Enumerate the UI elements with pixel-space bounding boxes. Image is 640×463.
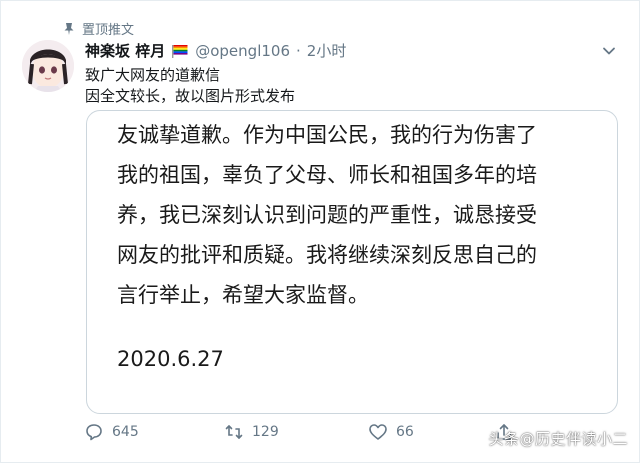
reply-count: 645 — [112, 424, 139, 440]
reply-button[interactable]: 645 — [84, 422, 139, 442]
author-name[interactable]: 神楽坂 梓月 — [85, 40, 165, 61]
chevron-down-icon[interactable] — [602, 44, 616, 58]
image-text-line: 养，我已深刻认识到问题的严重性，诚恳接受 — [117, 203, 537, 227]
retweet-count: 129 — [252, 424, 279, 440]
image-text-line: 言行举止，希望大家监督。 — [117, 283, 369, 307]
retweet-button[interactable]: 129 — [224, 422, 279, 442]
image-date: 2020.6.27 — [117, 347, 224, 371]
rainbow-flag-icon — [172, 44, 188, 58]
pin-icon — [64, 22, 74, 35]
pinned-label: 置顶推文 — [82, 23, 135, 38]
attached-image-card[interactable]: 友诚挚道歉。作为中国公民，我的行为伤害了 我的祖国，辜负了父母、师长和祖国多年的… — [86, 110, 618, 414]
like-button[interactable]: 66 — [368, 422, 414, 442]
tweet-text-line-1: 致广大网友的道歉信 — [85, 66, 221, 84]
image-text-line: 友诚挚道歉。作为中国公民，我的行为伤害了 — [117, 123, 537, 147]
reply-icon — [86, 424, 102, 441]
avatar[interactable] — [22, 40, 74, 92]
header-separator: · — [296, 41, 301, 60]
avatar-illustration-icon — [22, 40, 74, 92]
image-text-line: 我的祖国，辜负了父母、师长和祖国多年的培 — [117, 163, 537, 187]
author-handle[interactable]: @opengl106 — [195, 42, 290, 60]
image-text-block: 友诚挚道歉。作为中国公民，我的行为伤害了 我的祖国，辜负了父母、师长和祖国多年的… — [117, 115, 597, 315]
like-count: 66 — [396, 424, 414, 440]
tweet-text-line-2: 因全文较长，故以图片形式发布 — [85, 87, 296, 105]
tweet-timestamp[interactable]: 2小时 — [307, 40, 347, 61]
tweet-header: 神楽坂 梓月 @opengl106 · 2小时 — [85, 40, 346, 61]
heart-icon — [369, 424, 387, 440]
image-text-line: 网友的批评和质疑。我将继续深刻反思自己的 — [117, 243, 537, 267]
watermark: 头条@历史伴读小二 — [488, 430, 628, 448]
retweet-icon — [225, 425, 243, 439]
pinned-indicator: 置顶推文 — [62, 19, 134, 38]
